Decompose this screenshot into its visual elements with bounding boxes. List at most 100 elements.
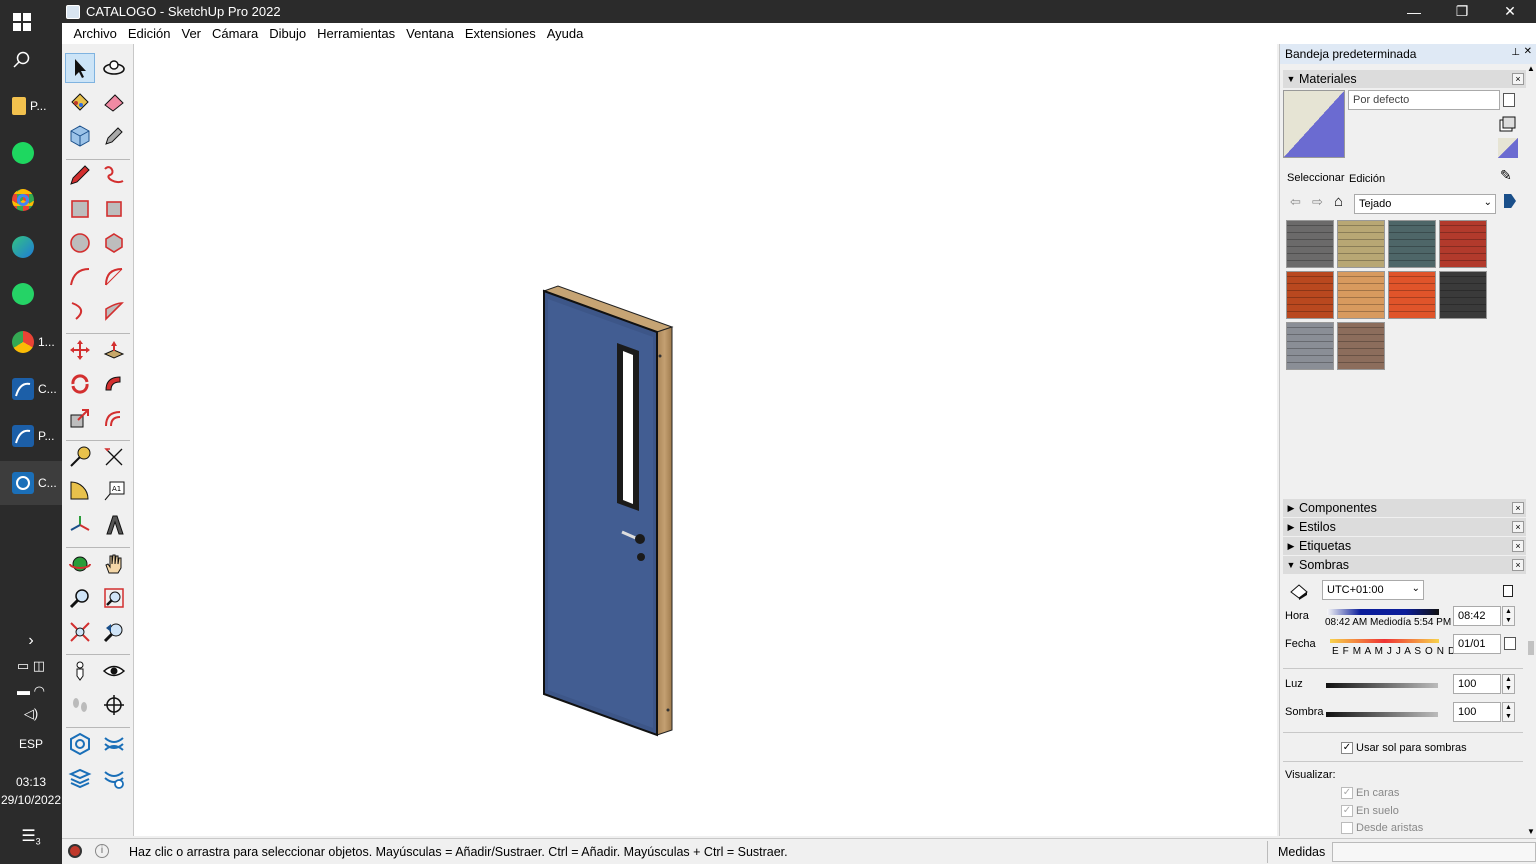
shadows-section-header[interactable]: ▼ Sombras ×: [1283, 556, 1527, 574]
material-swatch[interactable]: [1388, 271, 1436, 319]
time-spinner[interactable]: ▲ ▼: [1502, 606, 1515, 626]
tags-section-header[interactable]: ▶ Etiquetas ×: [1283, 537, 1527, 555]
arc-tool[interactable]: [65, 262, 95, 292]
close-button[interactable]: ✕: [1487, 0, 1533, 23]
restore-button[interactable]: ❐: [1439, 0, 1485, 23]
time-slider[interactable]: [1327, 609, 1439, 615]
move-tool[interactable]: [65, 335, 95, 365]
dark-slider[interactable]: [1326, 712, 1438, 717]
two-point-arc-tool[interactable]: [99, 262, 129, 292]
material-swatch[interactable]: [1337, 271, 1385, 319]
3d-warehouse-tool[interactable]: [65, 729, 95, 759]
scroll-up-icon[interactable]: ▲: [1527, 64, 1535, 73]
taskbar-app-spotify[interactable]: [0, 131, 62, 175]
from-edges-checkbox[interactable]: [1341, 822, 1353, 834]
info-icon[interactable]: i: [95, 844, 109, 858]
language-indicator[interactable]: ESP: [0, 737, 62, 751]
menu-edicion[interactable]: Edición: [122, 26, 176, 41]
taskbar-app-chrome[interactable]: [0, 178, 62, 222]
on-faces-checkbox[interactable]: ✓: [1341, 787, 1353, 799]
geo-location-icon[interactable]: [68, 844, 82, 858]
material-library-button[interactable]: [1498, 115, 1516, 133]
scroll-down-icon[interactable]: ▼: [1527, 827, 1535, 836]
use-sun-checkbox[interactable]: ✓: [1341, 742, 1353, 754]
orbit-tool[interactable]: [99, 53, 129, 83]
axes-tool[interactable]: [65, 510, 95, 540]
scale-tool[interactable]: [65, 403, 95, 433]
layout-send-tool[interactable]: [65, 763, 95, 793]
minimize-button[interactable]: —: [1391, 0, 1437, 23]
follow-me-tool[interactable]: [99, 369, 129, 399]
pan-tool[interactable]: [99, 549, 129, 579]
chevron-right-icon[interactable]: ›: [0, 632, 62, 650]
create-material-button[interactable]: [1503, 93, 1515, 107]
push-pull-tool[interactable]: [99, 335, 129, 365]
3d-text-tool[interactable]: [99, 510, 129, 540]
section-plane-tool[interactable]: [99, 690, 129, 720]
material-name-field[interactable]: Por defecto: [1348, 90, 1500, 110]
battery-wifi-icons[interactable]: ▬ ◠: [0, 683, 62, 699]
dark-spinner[interactable]: ▲ ▼: [1502, 702, 1515, 722]
menu-dibujo[interactable]: Dibujo: [264, 26, 312, 41]
scrollbar-thumb[interactable]: [1528, 641, 1534, 655]
tray-scrollbar[interactable]: ▲ ▼: [1526, 64, 1536, 836]
shadows-toggle-button[interactable]: [1289, 582, 1309, 603]
taskbar-app-file-explorer[interactable]: P...: [0, 84, 62, 128]
light-slider[interactable]: [1326, 683, 1438, 688]
volume-icon[interactable]: ◁): [0, 706, 62, 722]
material-swatch[interactable]: [1337, 220, 1385, 268]
time-input[interactable]: 08:42: [1453, 606, 1501, 626]
line-tool[interactable]: [65, 160, 95, 190]
taskbar-app-c[interactable]: C...: [0, 367, 62, 411]
menu-camara[interactable]: Cámara: [207, 26, 264, 41]
make-component-tool[interactable]: [65, 121, 95, 151]
default-material-swatch[interactable]: [1498, 138, 1518, 158]
protractor-tool[interactable]: [65, 476, 95, 506]
menu-archivo[interactable]: Archivo: [68, 26, 122, 41]
tray-icons[interactable]: ▭ ◫: [0, 658, 62, 674]
forward-button[interactable]: ⇨: [1312, 194, 1323, 210]
zoom-window-tool[interactable]: [99, 583, 129, 613]
light-spinner[interactable]: ▲ ▼: [1502, 674, 1515, 694]
menu-ver[interactable]: Ver: [176, 26, 207, 41]
material-preview[interactable]: [1283, 90, 1345, 158]
taskbar-app-edge[interactable]: [0, 225, 62, 269]
select-tool[interactable]: [65, 53, 95, 83]
light-input[interactable]: 100: [1453, 674, 1501, 694]
styles-section-header[interactable]: ▶ Estilos ×: [1283, 518, 1527, 536]
taskbar-app-whatsapp[interactable]: [0, 272, 62, 316]
date-input[interactable]: 01/01: [1453, 634, 1501, 654]
three-point-arc-tool[interactable]: [65, 296, 95, 326]
dimension-tool[interactable]: [99, 442, 129, 472]
details-arrow-button[interactable]: [1504, 194, 1516, 208]
material-swatch[interactable]: [1286, 271, 1334, 319]
polygon-tool[interactable]: [99, 228, 129, 258]
close-icon[interactable]: ×: [1512, 502, 1524, 514]
on-ground-checkbox[interactable]: ✓: [1341, 805, 1353, 817]
paint-bucket-tool[interactable]: [65, 87, 95, 117]
search-button[interactable]: [0, 38, 62, 82]
rectangle-tool[interactable]: [65, 194, 95, 224]
walk-tool[interactable]: [65, 690, 95, 720]
material-swatch[interactable]: [1337, 322, 1385, 370]
look-around-tool[interactable]: [99, 656, 129, 686]
material-swatch[interactable]: [1439, 271, 1487, 319]
close-icon[interactable]: ×: [1512, 73, 1524, 85]
timezone-select[interactable]: UTC+01:00 ⌄: [1322, 580, 1424, 600]
extension-warehouse-tool[interactable]: [99, 729, 129, 759]
menu-herramientas[interactable]: Herramientas: [312, 26, 401, 41]
tab-edicion[interactable]: Edición: [1349, 173, 1385, 185]
rotated-rectangle-tool[interactable]: [99, 194, 129, 224]
pin-icon[interactable]: ⊥: [1511, 47, 1520, 58]
zoom-tool[interactable]: [65, 583, 95, 613]
taskbar-app-p[interactable]: P...: [0, 414, 62, 458]
shadow-settings-button[interactable]: [1503, 585, 1513, 597]
close-icon[interactable]: ×: [1512, 521, 1524, 533]
library-select[interactable]: Tejado ⌄: [1354, 194, 1496, 214]
menu-ayuda[interactable]: Ayuda: [541, 26, 589, 41]
home-button[interactable]: ⌂: [1334, 193, 1343, 210]
close-icon[interactable]: ✕: [1524, 46, 1532, 57]
position-camera-tool[interactable]: [65, 656, 95, 686]
freehand-tool[interactable]: [99, 160, 129, 190]
date-slider[interactable]: [1330, 639, 1439, 643]
